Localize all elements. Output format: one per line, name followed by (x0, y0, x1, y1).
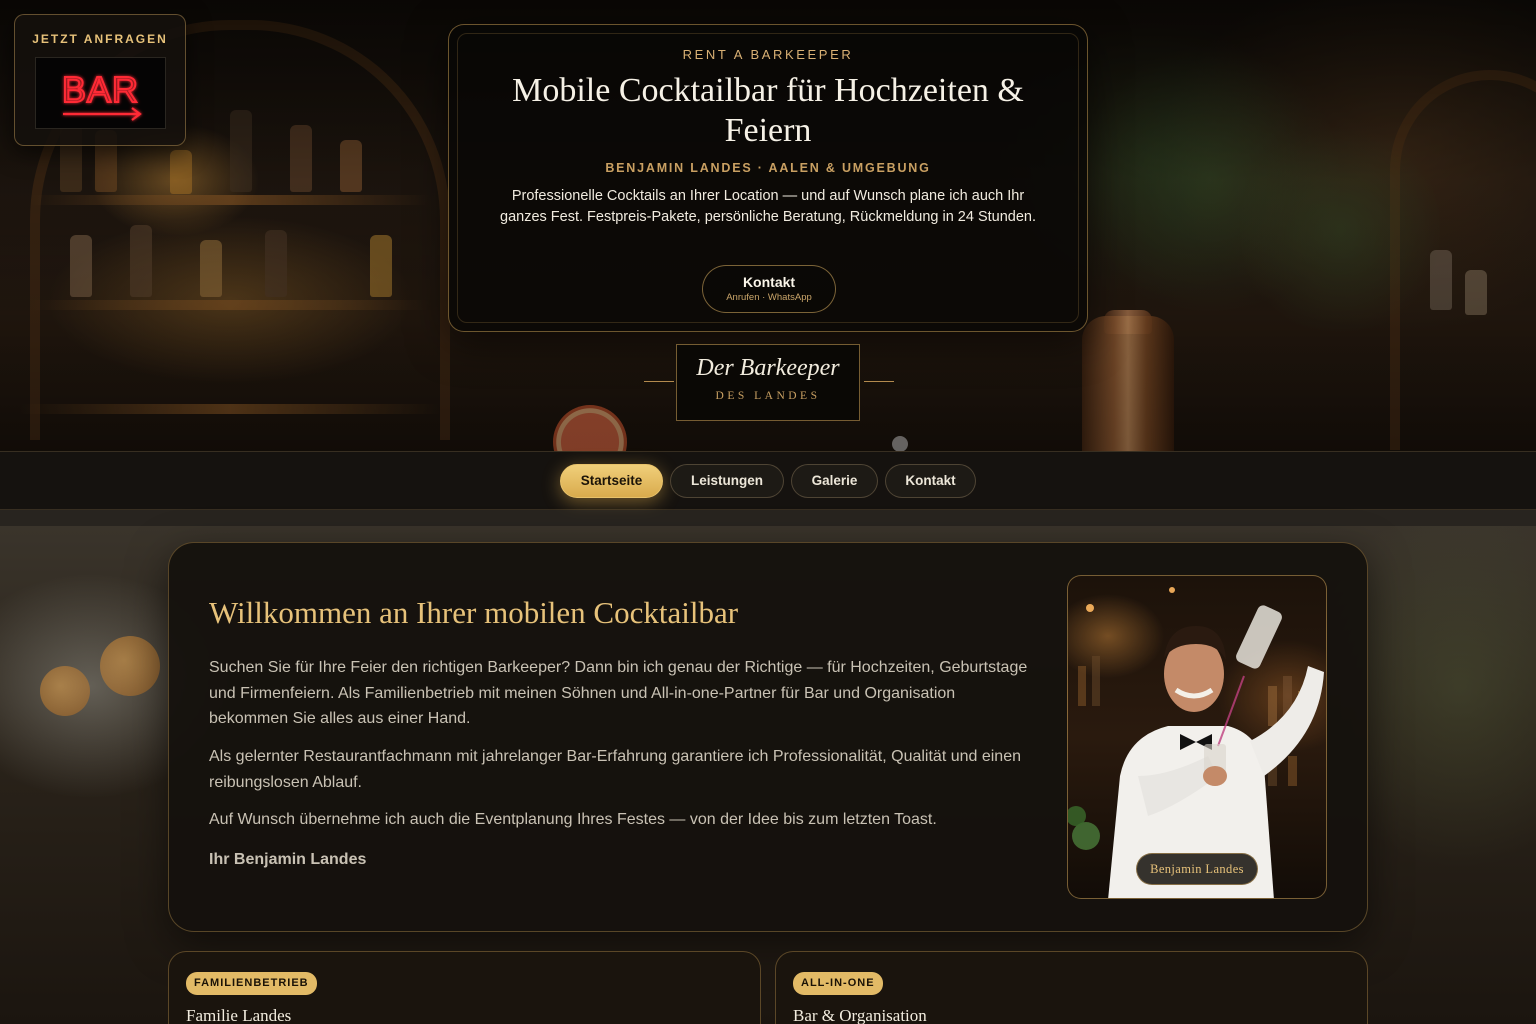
feature-badge: ALL-IN-ONE (793, 972, 883, 995)
hero-eyebrow: RENT A BARKEEPER (682, 47, 854, 62)
welcome-paragraph: Suchen Sie für Ihre Feier den richtigen … (209, 659, 1028, 727)
feature-card-all-in-one: ALL-IN-ONE Bar & Organisation (775, 951, 1368, 1024)
hero-title: Mobile Cocktailbar für Hochzeiten & Feie… (512, 72, 1024, 149)
welcome-section: Willkommen an Ihrer mobilen Cocktailbar … (168, 542, 1368, 932)
logo-subtitle: DES LANDES (715, 390, 821, 402)
contact-button-sublabel: Anrufen · WhatsApp (726, 292, 812, 303)
carousel-dot[interactable] (892, 436, 908, 452)
cta-title: JETZT ANFRAGEN (32, 32, 168, 46)
nav-startseite[interactable]: Startseite (560, 464, 663, 498)
main-navigation: Startseite Leistungen Galerie Kontakt (0, 451, 1536, 510)
fruit (100, 636, 160, 696)
logo-title: Der Barkeeper (696, 355, 840, 381)
feature-title: Bar & Organisation (793, 1006, 927, 1024)
welcome-paragraph: Auf Wunsch übernehme ich auch die Eventp… (209, 811, 937, 828)
bar-neon-sign: BAR (35, 57, 166, 129)
nav-leistungen[interactable]: Leistungen (670, 464, 784, 498)
hero-description: Professionelle Cocktails an Ihrer Locati… (500, 188, 1036, 225)
barkeeper-photo: Benjamin Landes (1067, 575, 1327, 899)
contact-button-label: Kontakt (742, 274, 796, 290)
barkeeper-portrait-icon (1068, 587, 1324, 898)
svg-text:BAR: BAR (62, 69, 139, 110)
feature-title: Familie Landes (186, 1006, 292, 1024)
fruit (40, 666, 90, 716)
jetzt-anfragen-card[interactable]: JETZT ANFRAGEN BAR (14, 14, 186, 146)
feature-card-familienbetrieb: FAMILIENBETRIEB Familie Landes (168, 951, 761, 1024)
nav-galerie[interactable]: Galerie (791, 464, 878, 498)
photo-caption: Benjamin Landes (1136, 853, 1258, 885)
contact-button[interactable]: Kontakt Anrufen · WhatsApp (702, 265, 836, 313)
logo-divider-left (644, 381, 674, 382)
welcome-paragraph: Als gelernter Restaurantfachmann mit jah… (209, 748, 1021, 791)
logo-divider-right (864, 381, 894, 382)
brand-logo[interactable]: Der Barkeeper DES LANDES (676, 344, 860, 421)
welcome-title: Willkommen an Ihrer mobilen Cocktailbar (209, 595, 739, 630)
welcome-signature: Ihr Benjamin Landes (209, 851, 367, 868)
feature-badge: FAMILIENBETRIEB (186, 972, 317, 995)
neon-bar-icon: BAR (61, 68, 142, 121)
hero-subtitle: BENJAMIN LANDES · AALEN & UMGEBUNG (605, 161, 931, 175)
nav-kontakt[interactable]: Kontakt (885, 464, 976, 498)
hero-card: RENT A BARKEEPER Mobile Cocktailbar für … (448, 24, 1088, 332)
